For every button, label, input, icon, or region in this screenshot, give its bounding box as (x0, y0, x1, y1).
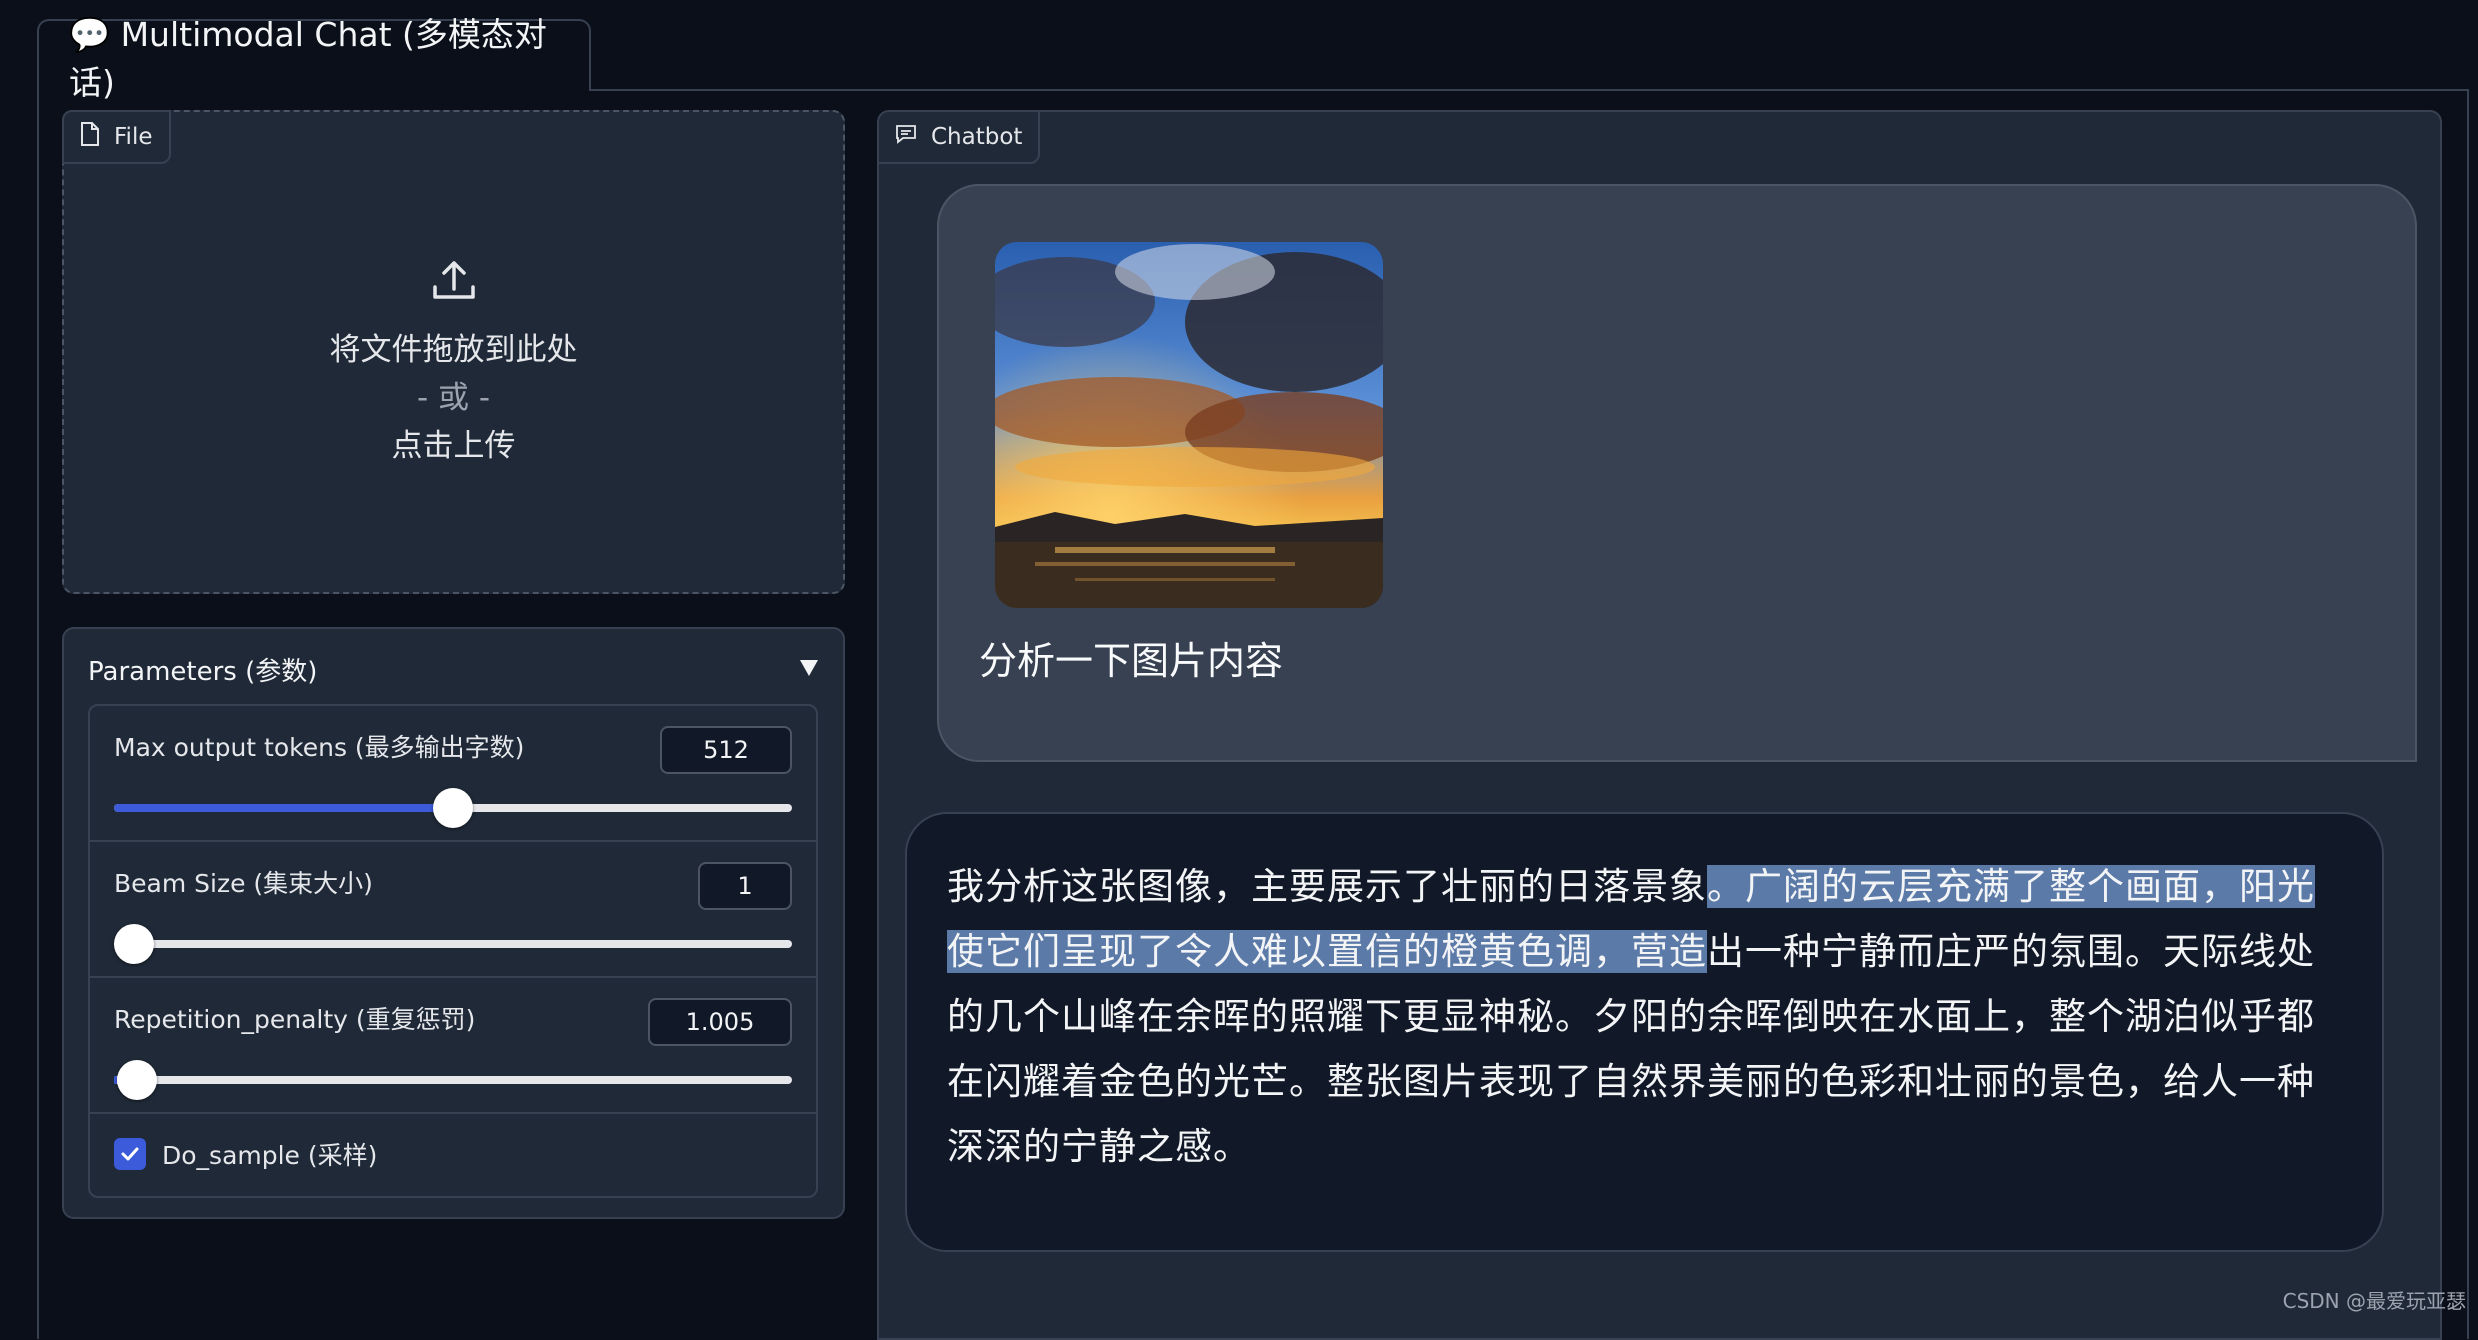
do-sample-checkbox[interactable] (114, 1138, 146, 1170)
upload-click-text[interactable]: 点击上传 (64, 422, 843, 470)
repetition-penalty-slider[interactable] (114, 1076, 792, 1084)
repetition-penalty-row: Repetition_penalty (重复惩罚) (90, 978, 816, 1114)
beam-size-row: Beam Size (集束大小) (90, 842, 816, 978)
parameters-header[interactable]: Parameters (参数) (88, 647, 819, 691)
check-icon (119, 1143, 141, 1165)
parameters-accordion: Parameters (参数) Max output tokens (最多输出字… (62, 627, 845, 1219)
bot-message-bubble: 我分析这张图像，主要展示了壮丽的日落景象。广阔的云层充满了整个画面，阳光使它们呈… (905, 812, 2384, 1252)
parameters-body: Max output tokens (最多输出字数) Beam Size (集束… (88, 704, 818, 1198)
user-message-bubble: 分析一下图片内容 (937, 184, 2417, 762)
chatbot-panel: Chatbot (877, 110, 2442, 1340)
beam-size-slider-thumb[interactable] (114, 924, 154, 964)
beam-size-input[interactable] (698, 862, 792, 910)
file-upload-dropzone[interactable]: File 将文件拖放到此处 - 或 - 点击上传 (62, 110, 845, 594)
repetition-penalty-label: Repetition_penalty (重复惩罚) (114, 1000, 475, 1036)
tab-label: 💬 Multimodal Chat (多模态对话) (69, 8, 589, 104)
beam-size-slider[interactable] (114, 940, 792, 948)
file-icon (80, 122, 100, 152)
max-tokens-input[interactable] (660, 726, 792, 774)
file-block-label: File (62, 110, 171, 164)
upload-drop-text: 将文件拖放到此处 (64, 326, 843, 374)
repetition-penalty-input[interactable] (648, 998, 792, 1046)
file-label-text: File (114, 124, 153, 150)
max-tokens-slider[interactable] (114, 804, 792, 812)
bot-text-part: 我分析这张图像，主要展示了壮丽的日落景象 (947, 865, 1707, 908)
parameters-title: Parameters (参数) (88, 651, 317, 688)
upload-or-text: - 或 - (64, 374, 843, 422)
chatbot-label-text: Chatbot (931, 124, 1022, 150)
watermark: CSDN @最爱玩亚瑟 (2283, 1285, 2466, 1314)
chat-bubble-icon (895, 124, 917, 150)
tab-multimodal-chat[interactable]: 💬 Multimodal Chat (多模态对话) (37, 19, 591, 91)
bot-message-text: 我分析这张图像，主要展示了壮丽的日落景象。广阔的云层充满了整个画面，阳光使它们呈… (947, 854, 2337, 1179)
max-tokens-slider-fill (114, 804, 453, 812)
max-tokens-slider-thumb[interactable] (433, 788, 473, 828)
max-tokens-label: Max output tokens (最多输出字数) (114, 728, 524, 764)
do-sample-row[interactable]: Do_sample (采样) (114, 1136, 377, 1172)
repetition-penalty-slider-thumb[interactable] (117, 1060, 157, 1100)
max-tokens-row: Max output tokens (最多输出字数) (90, 706, 816, 842)
chatbot-block-label: Chatbot (877, 110, 1040, 164)
collapse-triangle-icon[interactable] (799, 654, 819, 684)
user-message-text: 分析一下图片内容 (979, 630, 1283, 685)
beam-size-label: Beam Size (集束大小) (114, 864, 373, 900)
sunset-lake-image[interactable] (995, 242, 1383, 608)
upload-icon (64, 257, 843, 322)
do-sample-label: Do_sample (采样) (162, 1136, 377, 1172)
